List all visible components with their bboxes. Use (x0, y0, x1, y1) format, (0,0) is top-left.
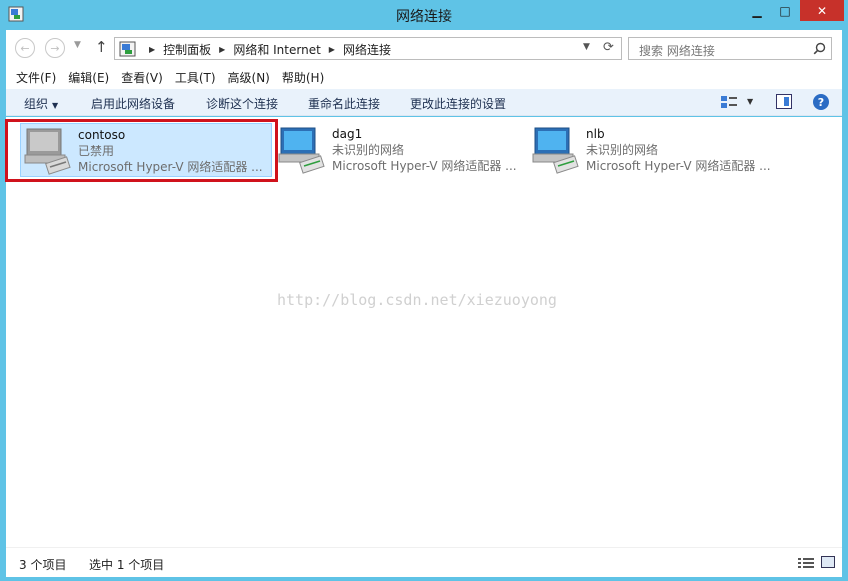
breadcrumb-network-connections[interactable]: 网络连接 (343, 41, 391, 58)
item-count: 3 个项目 (19, 558, 67, 572)
large-icons-view-icon[interactable] (821, 556, 835, 568)
selected-count: 选中 1 个项目 (89, 558, 165, 572)
recent-locations-chevron-icon[interactable]: ▼ (74, 40, 81, 50)
breadcrumb-chevron-icon[interactable]: ▶ (149, 45, 155, 54)
close-button[interactable]: ✕ (800, 0, 844, 21)
breadcrumb-control-panel[interactable]: 控制面板 (163, 41, 211, 58)
connections-list: contoso 已禁用 Microsoft Hyper-V 网络适配器 ... … (5, 117, 842, 547)
window-title: 网络连接 (396, 9, 452, 25)
connection-name: nlb (586, 127, 605, 141)
connection-details: nlb 未识别的网络 Microsoft Hyper-V 网络适配器 ... (586, 126, 771, 174)
change-view-icon[interactable] (720, 95, 738, 109)
view-options-chevron-icon[interactable]: ▼ (747, 97, 753, 106)
status-bar: 3 个项目 选中 1 个项目 (6, 547, 842, 577)
menu-advanced[interactable]: 高级(N) (228, 69, 270, 86)
connection-status: 未识别的网络 (586, 143, 659, 157)
diagnose-connection-button[interactable]: 诊断这个连接 (206, 95, 278, 112)
connection-item-nlb[interactable]: nlb 未识别的网络 Microsoft Hyper-V 网络适配器 ... (529, 123, 781, 177)
watermark: http://blog.csdn.net/xiezuoyong (277, 291, 557, 309)
up-arrow-icon[interactable]: ↑ (95, 38, 108, 56)
connection-adapter: Microsoft Hyper-V 网络适配器 ... (586, 159, 771, 173)
title-bar: 网络连接 ▁ □ ✕ (0, 0, 848, 30)
help-icon[interactable]: ? (813, 94, 829, 110)
command-bar: 组织 ▼ 启用此网络设备 诊断这个连接 重命名此连接 更改此连接的设置 ▼ ? (6, 89, 842, 116)
network-connections-window: 网络连接 ▁ □ ✕ ← → ▼ ↑ ▶ 控制面板 ▶ 网络和 Internet… (0, 0, 848, 581)
maximize-button[interactable]: □ (771, 0, 799, 21)
organize-label: 组织 (24, 97, 49, 111)
navigation-bar: ← → ▼ ↑ ▶ 控制面板 ▶ 网络和 Internet ▶ 网络连接 ▼ ⟳… (6, 30, 842, 65)
connection-name: dag1 (332, 127, 363, 141)
forward-arrow-icon[interactable]: → (45, 38, 65, 58)
breadcrumb-network-internet[interactable]: 网络和 Internet (233, 41, 320, 58)
menu-edit[interactable]: 编辑(E) (68, 69, 109, 86)
change-settings-button[interactable]: 更改此连接的设置 (410, 95, 506, 112)
minimize-button[interactable]: ▁ (743, 0, 771, 21)
connection-adapter: Microsoft Hyper-V 网络适配器 ... (332, 159, 517, 173)
network-adapter-icon (532, 127, 579, 174)
breadcrumb: ▶ 控制面板 ▶ 网络和 Internet ▶ 网络连接 (141, 41, 391, 58)
menu-view[interactable]: 查看(V) (121, 69, 163, 86)
organize-button[interactable]: 组织 ▼ (24, 95, 58, 112)
menu-help[interactable]: 帮助(H) (282, 69, 324, 86)
selection-highlight-box (5, 119, 278, 182)
connection-details: dag1 未识别的网络 Microsoft Hyper-V 网络适配器 ... (332, 126, 517, 174)
preview-pane-icon[interactable] (776, 94, 792, 109)
search-input[interactable]: 搜索 网络连接 (628, 37, 832, 60)
refresh-icon[interactable]: ⟳ (603, 40, 614, 55)
network-adapter-icon (278, 127, 325, 174)
breadcrumb-chevron-icon[interactable]: ▶ (329, 45, 335, 54)
menu-file[interactable]: 文件(F) (16, 69, 56, 86)
menu-bar: 文件(F) 编辑(E) 查看(V) 工具(T) 高级(N) 帮助(H) (6, 65, 842, 89)
address-history-chevron-icon[interactable]: ▼ (583, 42, 590, 52)
breadcrumb-chevron-icon[interactable]: ▶ (219, 45, 225, 54)
search-icon[interactable] (813, 42, 826, 55)
connection-item-dag1[interactable]: dag1 未识别的网络 Microsoft Hyper-V 网络适配器 ... (275, 123, 527, 177)
back-arrow-icon[interactable]: ← (15, 38, 35, 58)
search-placeholder: 搜索 网络连接 (639, 44, 715, 58)
enable-device-button[interactable]: 启用此网络设备 (91, 95, 175, 112)
chevron-down-icon: ▼ (52, 101, 59, 110)
rename-connection-button[interactable]: 重命名此连接 (308, 95, 380, 112)
menu-tools[interactable]: 工具(T) (175, 69, 216, 86)
control-panel-icon (119, 41, 136, 57)
connection-status: 未识别的网络 (332, 143, 405, 157)
address-bar[interactable]: ▶ 控制面板 ▶ 网络和 Internet ▶ 网络连接 ▼ ⟳ (114, 37, 622, 60)
details-view-icon[interactable] (798, 557, 814, 569)
